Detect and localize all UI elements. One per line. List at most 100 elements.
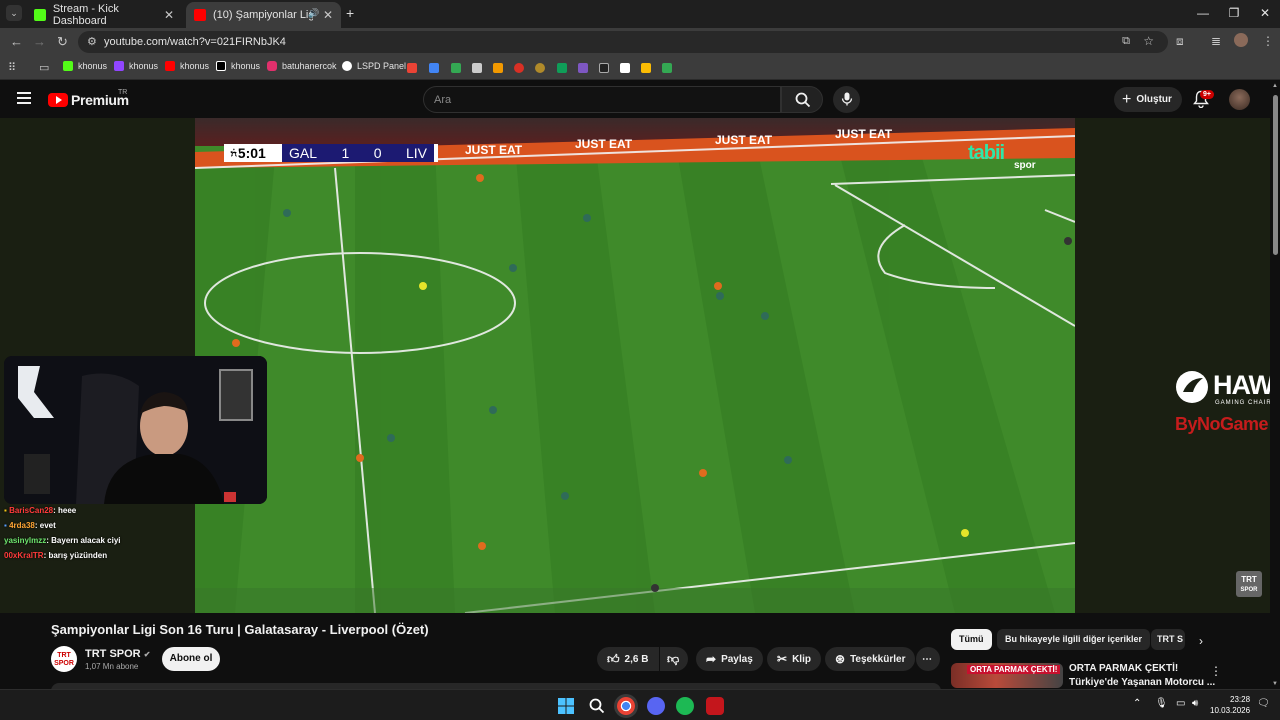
reading-list-icon[interactable]: ≣ <box>1211 34 1221 48</box>
extensions-icon[interactable]: ⧈ <box>1176 34 1184 49</box>
chip-all[interactable]: Tümü <box>951 629 992 650</box>
twitch-icon <box>114 61 124 71</box>
chip-trt-label: TRT S <box>1157 634 1183 644</box>
bookmark-label: khonus <box>180 61 210 71</box>
chip-related[interactable]: Bu hikayeyle ilgili diğer içerikler <box>997 629 1151 650</box>
window-close-button[interactable]: ✕ <box>1250 6 1280 20</box>
network-icon[interactable]: ▭ <box>1176 698 1185 709</box>
recommended-title-line2[interactable]: Türkiye'de Yaşanan Motorcu ... <box>1069 677 1215 688</box>
create-button[interactable]: + Oluştur <box>1114 87 1182 112</box>
cast-icon[interactable]: ⧉ <box>1122 35 1130 48</box>
video-player[interactable]: JUST EAT JUST EAT JUST EAT JUST EAT <box>195 118 1075 613</box>
bookmark-star-icon[interactable]: ☆ <box>1143 34 1154 48</box>
browser-menu-icon[interactable]: ⋮ <box>1262 34 1274 48</box>
scroll-down-icon[interactable]: ▼ <box>1272 681 1278 687</box>
tab-kick-dashboard[interactable]: Stream - Kick Dashboard ✕ <box>26 2 182 28</box>
channel-name[interactable]: TRT SPOR ✔ <box>85 648 150 660</box>
sponsor-tagline: GAMING CHAIR <box>1215 400 1272 406</box>
bookmark-youtube[interactable]: khonus <box>165 61 209 71</box>
gmail-icon[interactable] <box>429 63 439 73</box>
bookmark-icon[interactable] <box>620 63 630 73</box>
dislike-button[interactable]: 👎︎ <box>660 647 688 671</box>
reload-icon[interactable]: ↻ <box>57 34 68 50</box>
system-clock[interactable]: 23:28 10.03.2026 <box>1210 694 1250 716</box>
sheets-icon[interactable] <box>557 63 567 73</box>
app-icon[interactable] <box>706 697 724 715</box>
tab-youtube-video[interactable]: (10) Şampiyonlar Ligi Son 1 🔊 ✕ <box>186 2 341 28</box>
youtube-logo[interactable] <box>48 93 68 107</box>
chip-trt-spor[interactable]: TRT S <box>1151 629 1185 650</box>
gmail-icon[interactable] <box>451 63 461 73</box>
close-icon[interactable]: ✕ <box>323 8 333 22</box>
bookmark-twitch[interactable]: khonus <box>114 61 158 71</box>
spotify-icon[interactable] <box>676 697 694 715</box>
close-icon[interactable]: ✕ <box>164 8 174 22</box>
bookmark-icon[interactable] <box>514 63 524 73</box>
notification-center-icon[interactable]: 🗨︎ <box>1257 698 1270 709</box>
chat-message: ▪ BarisCan28: heee <box>4 506 76 515</box>
football-pitch-image: JUST EAT JUST EAT JUST EAT JUST EAT <box>195 118 1075 613</box>
subscribe-button[interactable]: Abone ol <box>162 647 220 671</box>
back-icon[interactable]: ← <box>10 34 23 49</box>
recommended-thumbnail[interactable]: ORTA PARMAK ÇEKTİ! <box>951 663 1063 688</box>
speaker-icon[interactable]: 🔊 <box>308 8 319 19</box>
svg-text:JUST EAT: JUST EAT <box>465 143 523 157</box>
site-info-icon[interactable]: ⚙ <box>87 35 97 48</box>
account-avatar[interactable] <box>1229 89 1250 110</box>
bookmark-x[interactable]: khonus <box>216 61 260 71</box>
more-vert-icon[interactable]: ⋮ <box>1210 664 1222 678</box>
scrollbar-thumb[interactable] <box>1273 95 1278 255</box>
drive-icon[interactable] <box>641 63 651 73</box>
share-button[interactable]: ➦ Paylaş <box>696 647 763 671</box>
scissors-icon: ✂ <box>777 652 788 666</box>
share-icon: ➦ <box>706 652 717 666</box>
thanks-button[interactable]: ⊛ Teşekkürler <box>825 647 916 671</box>
gmail-icon[interactable] <box>407 63 417 73</box>
thumbs-down-icon: 👎︎ <box>667 651 680 666</box>
page-scrollbar[interactable]: ▲ ▼ <box>1270 81 1280 689</box>
profile-avatar[interactable] <box>1234 33 1248 47</box>
bookmark-label: khonus <box>231 61 261 71</box>
voice-search-button[interactable] <box>833 86 860 113</box>
new-tab-button[interactable]: + <box>346 5 354 21</box>
bookmark-icon[interactable] <box>578 63 588 73</box>
bookmark-icon[interactable] <box>535 63 545 73</box>
chrome-icon[interactable] <box>617 697 635 715</box>
scroll-up-icon[interactable]: ▲ <box>1272 83 1278 89</box>
restore-button[interactable]: ❐ <box>1219 6 1249 20</box>
apps-icon[interactable]: ⠿ <box>8 61 16 74</box>
channel-avatar[interactable]: TRT SPOR <box>51 646 77 672</box>
mic-tray-icon[interactable]: 🎙︎ <box>1155 698 1168 709</box>
bookmark-lspd[interactable]: LSPD Panel <box>342 61 406 71</box>
drive-icon[interactable] <box>662 63 672 73</box>
windows-start-icon[interactable] <box>558 698 574 714</box>
search-input[interactable]: Ara <box>423 86 781 113</box>
chat-text: : heee <box>53 506 77 515</box>
home-team: GAL <box>289 145 318 161</box>
tab-list-button[interactable]: ⌄ <box>6 5 22 21</box>
discord-icon[interactable] <box>647 697 665 715</box>
bookmark-kick[interactable]: khonus <box>63 61 107 71</box>
search-icon[interactable] <box>589 698 605 714</box>
address-bar[interactable]: ⚙ youtube.com/watch?v=021FIRNbJK4 ⧉ ☆ <box>78 31 1168 53</box>
corner-logo-top: TRT <box>1241 575 1257 584</box>
bookmark-icon[interactable] <box>599 63 609 73</box>
hamburger-menu-icon[interactable] <box>17 92 31 107</box>
document-icon[interactable] <box>472 63 482 73</box>
more-actions-button[interactable]: ⋯ <box>916 647 940 671</box>
like-button[interactable]: 👍︎ 2,6 B <box>597 647 659 671</box>
volume-icon[interactable]: 🔊︎ <box>1192 698 1198 709</box>
bookmark-icon[interactable] <box>493 63 503 73</box>
recommended-title-line1[interactable]: ORTA PARMAK ÇEKTİ! <box>1069 663 1178 674</box>
tray-overflow-icon[interactable]: ⌃ <box>1133 698 1141 709</box>
clip-button[interactable]: ✂ Klip <box>767 647 821 671</box>
bookmark-instagram[interactable]: batuhanercok <box>267 61 337 71</box>
folder-icon[interactable]: ▭ <box>39 61 49 74</box>
chat-message: yasinylmzz: Bayern alacak ciyi <box>4 536 121 545</box>
youtube-icon <box>165 61 175 71</box>
minimize-button[interactable]: — <box>1188 6 1218 20</box>
broadcaster-logo-text: tabii <box>968 142 1005 164</box>
search-button[interactable] <box>781 86 823 113</box>
chevron-right-icon[interactable]: › <box>1199 634 1203 648</box>
forward-icon[interactable]: → <box>33 34 46 49</box>
